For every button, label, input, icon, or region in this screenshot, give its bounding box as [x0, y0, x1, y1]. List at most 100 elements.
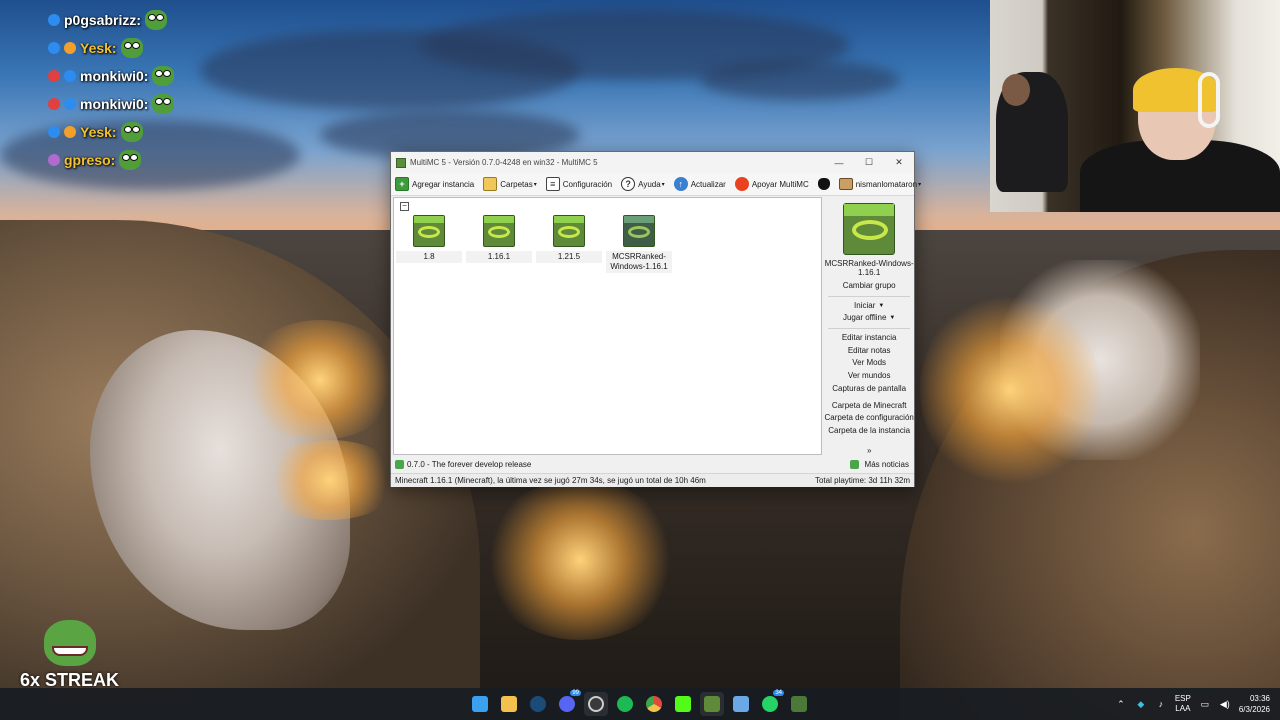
badge-icon — [48, 154, 60, 166]
edit-instance-button[interactable]: Editar instancia — [824, 332, 914, 345]
settings-icon: ≡ — [545, 177, 560, 191]
folders-button[interactable]: Carpetas ▾ — [483, 174, 537, 194]
folder-icon — [483, 177, 498, 191]
update-button[interactable]: ↑ Actualizar — [673, 174, 726, 194]
folders-label: Carpetas — [500, 179, 533, 189]
instance-item[interactable]: 1.21.5 — [536, 215, 602, 263]
taskbar-app-whatsapp[interactable]: 34 — [758, 690, 784, 716]
taskbar-app-file-explorer[interactable] — [497, 692, 521, 716]
edit-notes-button[interactable]: Editar notas — [824, 345, 914, 358]
minecraft-folder-button[interactable]: Carpeta de Minecraft — [824, 400, 914, 413]
launch-offline-button[interactable]: Jugar offline ▼ — [824, 312, 914, 325]
obs-icon — [588, 696, 604, 712]
taskbar-app-multimc[interactable] — [700, 692, 724, 716]
maximize-button[interactable]: ☐ — [854, 152, 884, 173]
chat-message: Yesk: — [48, 34, 228, 62]
support-button[interactable]: Apoyar MultiMC — [734, 174, 809, 194]
chat-username: gpreso: — [64, 152, 116, 168]
file-explorer-icon — [501, 696, 517, 712]
chevron-down-icon: ▼ — [889, 315, 896, 322]
taskbar-app-chrome[interactable] — [642, 692, 666, 716]
monitor-icon[interactable]: ▭ — [1199, 698, 1211, 710]
pepe-emote-icon — [120, 122, 143, 142]
volume-icon[interactable]: ◀) — [1219, 698, 1231, 710]
taskbar-app-notepad[interactable] — [729, 692, 753, 716]
instance-list[interactable]: − 1.8 1.16.1 1.21.5 MCSRRanked-Windows-1… — [393, 197, 823, 455]
more-actions-button[interactable]: » — [824, 446, 914, 455]
pepe-emote-icon — [152, 66, 175, 86]
update-label: Actualizar — [690, 179, 726, 189]
help-button[interactable]: ? Ayuda ▾ — [621, 174, 665, 194]
chat-username: Yesk: — [80, 40, 117, 56]
taskbar-app-spotify[interactable] — [613, 692, 637, 716]
more-news-button[interactable]: Más noticias — [849, 459, 909, 469]
microphone-icon[interactable]: ♪ — [1155, 698, 1167, 710]
whatsapp-icon — [762, 696, 778, 712]
steam-icon — [530, 696, 546, 712]
webcam-overlay — [990, 0, 1280, 212]
chevron-down-icon: ▼ — [878, 302, 885, 309]
chat-message: monkiwi0: — [48, 62, 228, 90]
view-mods-button[interactable]: Ver Mods — [824, 357, 914, 370]
news-bar: 0.7.0 - The forever develop release Más … — [391, 457, 914, 471]
language-code: ESP — [1174, 694, 1191, 703]
badge-icon — [48, 70, 60, 82]
windows-start-icon — [472, 696, 488, 712]
instance-folder-button[interactable]: Carpeta de la instancia — [824, 425, 914, 438]
window-title: MultiMC 5 - Versión 0.7.0-4248 en win32 … — [410, 158, 598, 167]
news-headline[interactable]: 0.7.0 - The forever develop release — [407, 460, 531, 469]
minimize-button[interactable]: — — [824, 152, 854, 173]
taskbar-app-steam[interactable] — [526, 692, 550, 716]
account-avatar-icon — [838, 178, 853, 190]
notification-count: 99 — [570, 690, 581, 696]
chat-message: monkiwi0: — [48, 90, 228, 118]
view-worlds-button[interactable]: Ver mundos — [824, 370, 914, 383]
account-button[interactable]: nismanlomataron ▾ — [838, 174, 921, 194]
shield-icon[interactable]: ◆ — [1135, 698, 1147, 710]
status-last-played: Minecraft 1.16.1 (Minecraft), la última … — [395, 476, 706, 485]
config-folder-button[interactable]: Carpeta de configuración — [824, 412, 914, 425]
main-area: − 1.8 1.16.1 1.21.5 MCSRRanked-Windows-1… — [391, 197, 914, 455]
help-label: Ayuda — [638, 179, 661, 189]
title-bar[interactable]: MultiMC 5 - Versión 0.7.0-4248 en win32 … — [391, 152, 914, 173]
cat-button[interactable] — [817, 174, 830, 194]
language-indicator[interactable]: ESP LAA — [1175, 694, 1191, 714]
status-bar: Minecraft 1.16.1 (Minecraft), la última … — [391, 473, 914, 487]
add-instance-button[interactable]: + Agregar instancia — [395, 174, 474, 194]
multimc-window[interactable]: MultiMC 5 - Versión 0.7.0-4248 en win32 … — [390, 151, 921, 487]
group-collapse-toggle[interactable]: − — [400, 202, 409, 211]
status-total-playtime: Total playtime: 3d 11h 32m — [814, 476, 910, 485]
screenshots-button[interactable]: Capturas de pantalla — [824, 383, 914, 396]
chevron-up-icon[interactable]: ⌃ — [1115, 698, 1127, 710]
instance-item-selected[interactable]: MCSRRanked-Windows-1.16.1 — [606, 215, 672, 273]
start-button[interactable] — [468, 692, 492, 716]
pepe-emote-icon — [145, 10, 168, 30]
launch-label: Iniciar — [854, 300, 876, 310]
instance-side-panel: MCSRRanked-Windows-1.16.1 Cambiar grupo … — [824, 197, 914, 455]
taskbar-app-kick[interactable] — [671, 692, 695, 716]
badge-icon — [64, 42, 76, 54]
close-button[interactable]: ✕ — [884, 152, 914, 173]
streak-widget: 6x STREAK — [20, 616, 130, 692]
taskbar-app-obs[interactable] — [584, 692, 608, 716]
plus-icon: + — [395, 177, 409, 191]
instance-item[interactable]: 1.16.1 — [466, 215, 532, 263]
chat-username: p0gsabrizz: — [64, 12, 142, 28]
settings-label: Configuración — [562, 179, 613, 189]
badge-icon — [48, 42, 60, 54]
launch-button[interactable]: Iniciar ▼ — [824, 300, 914, 313]
chat-username: monkiwi0: — [80, 68, 149, 84]
instance-grass-icon — [413, 215, 445, 247]
taskbar-app-discord[interactable]: 99 — [555, 690, 581, 716]
settings-button[interactable]: ≡ Configuración — [545, 174, 613, 194]
selected-instance-icon[interactable] — [843, 203, 896, 255]
cloud-icon: ↑ — [673, 177, 688, 191]
pepe-emote-icon — [120, 38, 143, 58]
chat-message: Yesk: — [48, 118, 228, 146]
badge-icon — [48, 98, 60, 110]
taskbar-app-minecraft[interactable] — [787, 692, 811, 716]
instance-item[interactable]: 1.8 — [396, 215, 462, 263]
change-group-button[interactable]: Cambiar grupo — [824, 280, 914, 293]
minecraft-icon — [791, 696, 807, 712]
clock[interactable]: 03:36 6/3/2026 — [1239, 693, 1270, 715]
